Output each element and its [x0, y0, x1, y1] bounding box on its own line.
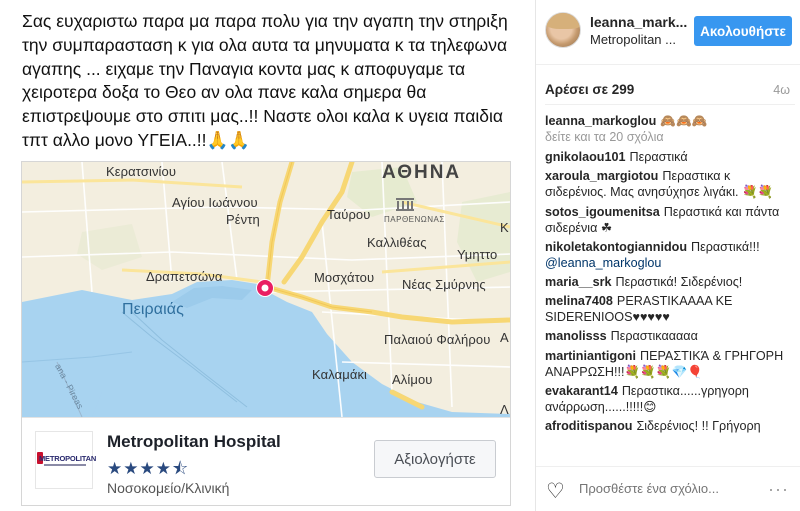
comment-row: afroditispanou Σιδερένιος! !! Γρήγορη [545, 418, 795, 434]
comment-row: nikoletakontogiannidou Περαστικά!!! @leann… [545, 239, 795, 271]
map[interactable]: ΑΘΗΝΑ Κερατσινίου Αγίου Ιωάννου Ρέντη Τα… [22, 162, 510, 417]
comment-user[interactable]: afroditispanou [545, 419, 632, 433]
more-options-icon[interactable]: ··· [768, 479, 789, 500]
comment-text: 🙈🙈🙈 [660, 114, 708, 128]
map-label-peiraias: Πειραιάς [122, 301, 184, 318]
comment-text: Περαστικά!!! [691, 239, 760, 254]
map-label-renti: Ρέντη [226, 212, 260, 227]
comment-row: sotos_igoumenitsa Περαστικά και πάντα σιδ… [545, 204, 795, 236]
map-label-nea-smyrni: Νέας Σμύρνης [402, 277, 486, 292]
comment-text: Περαστικααααα [610, 329, 698, 344]
post-header: leanna_mark... Metropolitan ... Ακολουθή… [536, 0, 800, 65]
comment-text: Περαστικά! Σιδερένιος! [615, 274, 743, 289]
comment-row: evakarant14 Περαστικα......γρηγορη ανάρρω… [545, 383, 795, 415]
add-comment-input[interactable] [579, 481, 779, 496]
comment-user[interactable]: manolisss [545, 329, 607, 343]
comment-row: martiniantigoni ΠΕΡΑΣΤΙΚΆ & ΓΡΗΓΟΡΗ ΑΝΑΡΡ… [545, 348, 795, 380]
comment-items: gnikolaou101 Περαστικά xaroula_margiotou Πε… [545, 149, 795, 434]
location-link[interactable]: Metropolitan ... [590, 32, 676, 47]
place-name[interactable]: Metropolitan Hospital [107, 432, 281, 452]
map-label-drapetsona: Δραπετσώνα [146, 269, 223, 284]
map-label-edge-k: Κ [500, 220, 509, 235]
comment-user[interactable]: martiniantigoni [545, 349, 636, 363]
comment-row: gnikolaou101 Περαστικά [545, 149, 795, 165]
map-label-edge-lambda: Λ [500, 402, 509, 417]
map-label-kalamaki: Καλαμάκι [312, 367, 368, 382]
comment-user[interactable]: leanna_markoglou [545, 114, 656, 128]
location-card[interactable]: ΑΘΗΝΑ Κερατσινίου Αγίου Ιωάννου Ρέντη Τα… [21, 161, 511, 506]
logo-text: METROPOLITAN [39, 454, 97, 463]
avatar[interactable] [545, 12, 581, 48]
view-all-comments-link[interactable]: δείτε και τα 20 σχόλια [545, 130, 795, 144]
comment-text: Περαστικά [629, 150, 688, 165]
likes-count[interactable]: Αρέσει σε 299 [545, 82, 634, 97]
map-label-athens: ΑΘΗΝΑ [382, 162, 462, 183]
comment-user[interactable]: evakarant14 [545, 384, 618, 398]
map-label-keratsini: Κερατσινίου [106, 164, 177, 179]
comment-row: manolisss Περαστικααααα [545, 328, 795, 344]
comment-row: maria__srk Περαστικά! Σιδερένιος! [545, 274, 795, 290]
post-age[interactable]: 4ω [773, 83, 790, 97]
comment-user[interactable]: melina7408 [545, 294, 613, 308]
map-label-edge-a: Α [500, 330, 509, 345]
comment-mention[interactable]: @leanna_markoglou [545, 256, 661, 270]
map-label-agios-ioannis: Αγίου Ιωάννου [172, 195, 258, 210]
comments-list: leanna_markoglou 🙈🙈🙈 δείτε και τα 20 σχόλ… [545, 104, 795, 437]
map-label-ymitto: Υμηττο [457, 247, 498, 262]
comment-text: Σιδερένιος! !! Γρήγορη [636, 418, 761, 433]
action-bar: ♡ ··· [536, 466, 800, 511]
username-link[interactable]: leanna_mark... [590, 14, 687, 30]
comment-user[interactable]: maria__srk [545, 275, 612, 289]
comment-user[interactable]: sotos_igoumenitsa [545, 205, 660, 219]
post-caption: Σας ευχαριστω παρα μα παρα πολυ για την … [22, 11, 508, 150]
map-label-palaio-faliro: Παλαιού Φαλήρου [384, 332, 491, 347]
place-info: METROPOLITAN Metropolitan Hospital ★★★★⯪… [22, 417, 510, 505]
sidebar-panel: leanna_mark... Metropolitan ... Ακολουθή… [535, 0, 800, 511]
comment-user[interactable]: nikoletakontogiannidou [545, 240, 687, 254]
hospital-logo[interactable]: METROPOLITAN [35, 431, 97, 489]
follow-button[interactable]: Ακολουθήστε [694, 16, 792, 46]
rate-button[interactable]: Αξιολογήστε [374, 440, 496, 478]
place-category: Νοσοκομείο/Κλινική [107, 480, 230, 496]
comment-user[interactable]: xaroula_margiotou [545, 169, 658, 183]
map-label-moschato: Μοσχάτου [314, 270, 375, 285]
logo-subline [44, 464, 86, 466]
heart-icon[interactable]: ♡ [546, 479, 565, 504]
comment-user[interactable]: gnikolaou101 [545, 150, 625, 164]
map-label-parthenon: ΠΑΡΘΕΝΩΝΑΣ [384, 215, 445, 224]
comment-row: melina7408 PERASTIKAAAA KE SIDERENIOOS♥♥♥… [545, 293, 795, 325]
post-panel: Σας ευχαριστω παρα μα παρα πολυ για την … [0, 0, 535, 511]
map-label-tavros: Ταύρου [327, 207, 371, 222]
map-label-alimos: Αλίμου [392, 372, 433, 387]
owner-comment: leanna_markoglou 🙈🙈🙈 [545, 113, 795, 129]
comment-row: xaroula_margiotou Περαστικα κ σιδερένιος.… [545, 168, 795, 200]
map-label-kallithea: Καλλιθέας [367, 235, 427, 250]
